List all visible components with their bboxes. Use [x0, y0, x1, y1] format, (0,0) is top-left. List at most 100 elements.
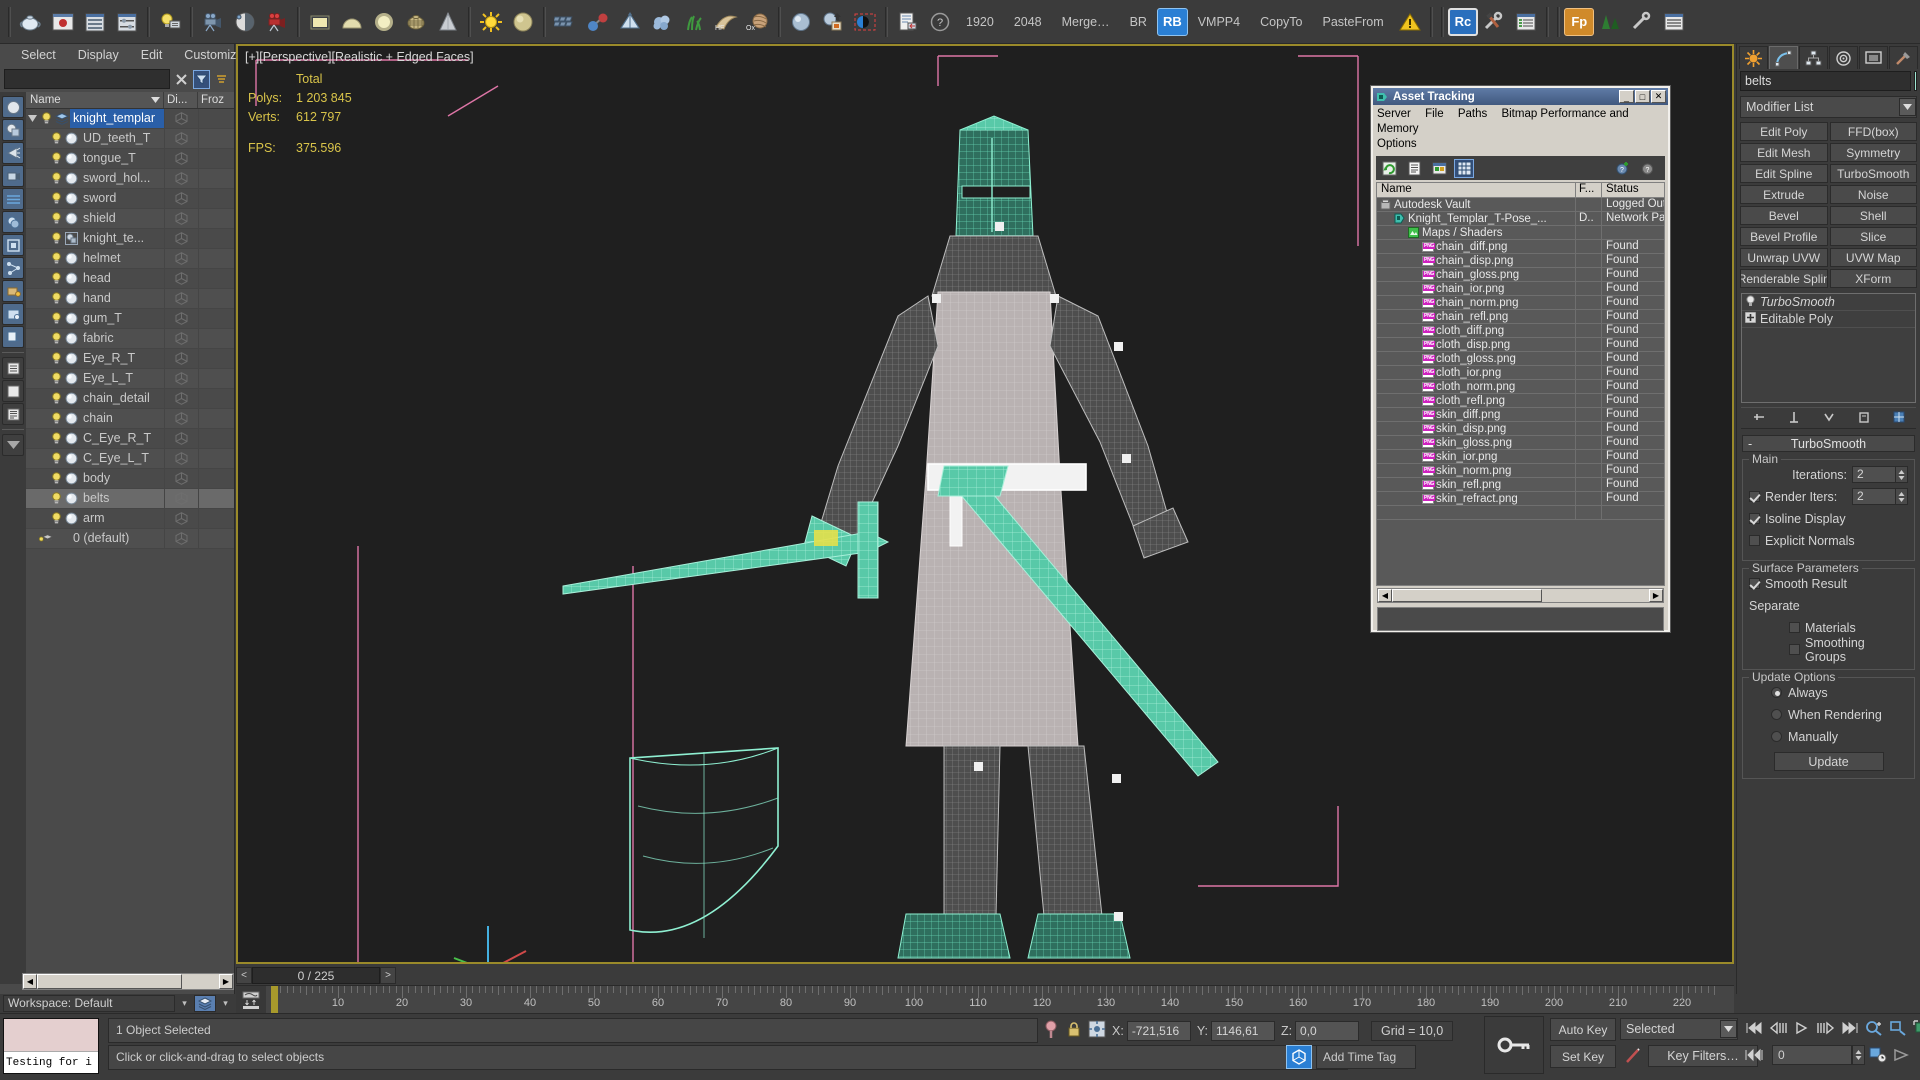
asset-list-grid[interactable]: Name F... Status Autodesk Vault Logged Ou… [1376, 182, 1665, 586]
scene-list-item-hand[interactable]: hand [26, 289, 234, 309]
isoline-display-row[interactable]: Isoline Display [1749, 509, 1908, 528]
timeline-ruler[interactable]: 0102030405060708090100110120130140150160… [266, 986, 1734, 1013]
render-settings-icon[interactable] [112, 7, 142, 37]
walk-through-icon[interactable] [1916, 1045, 1920, 1065]
scene-list-item-sword[interactable]: sword [26, 189, 234, 209]
modifier-button-renderable-splin[interactable]: Renderable Splin [1740, 269, 1828, 288]
asset-row[interactable]: PNG skin_ior.png Found [1377, 450, 1664, 464]
display-cell[interactable] [164, 369, 198, 388]
modifier-button-edit-mesh[interactable]: Edit Mesh [1740, 143, 1828, 162]
toolbar-text-1920[interactable]: 1920 [956, 7, 1004, 37]
display-cell[interactable] [164, 509, 198, 528]
warning-icon[interactable] [1395, 7, 1425, 37]
absolute-relative-mode-icon[interactable] [1088, 1020, 1106, 1041]
teapot-icon[interactable] [16, 7, 46, 37]
show-end-result-icon[interactable] [1787, 410, 1801, 427]
isoline-display-checkbox[interactable] [1749, 513, 1760, 524]
manually-row[interactable]: Manually [1749, 727, 1908, 746]
coord-z-value[interactable]: 0,0 [1295, 1020, 1360, 1041]
lightbulb-icon[interactable] [49, 152, 63, 165]
asset-row[interactable]: PNG cloth_norm.png Found [1377, 380, 1664, 394]
scene-menu-display[interactable]: Display [67, 48, 130, 62]
current-frame-field[interactable]: 0 [1772, 1045, 1852, 1065]
object-icon[interactable] [63, 392, 80, 405]
scene-object-list[interactable]: Name Di... Froz knight_templar UD_teeth_T… [26, 92, 234, 984]
asset-row[interactable]: PNG skin_refl.png Found [1377, 478, 1664, 492]
listener-input-text[interactable]: Testing for i [4, 1051, 98, 1073]
when-rendering-row[interactable]: When Rendering [1749, 705, 1908, 724]
scene-list-item-head[interactable]: head [26, 269, 234, 289]
play-animation-icon[interactable] [1792, 1018, 1812, 1038]
display-cell[interactable] [164, 169, 198, 188]
lightbulb-icon[interactable] [49, 192, 63, 205]
column-name[interactable]: Name [26, 92, 164, 108]
filter-icon[interactable] [193, 69, 210, 89]
asset-row[interactable]: PNG chain_ior.png Found [1377, 282, 1664, 296]
display-cell[interactable] [164, 209, 198, 228]
asset-row[interactable]: PNG skin_gloss.png Found [1377, 436, 1664, 450]
frozen-cell[interactable] [198, 229, 234, 248]
object-icon[interactable] [63, 272, 80, 285]
ornatrix-icon[interactable]: Ox [743, 7, 773, 37]
frozen-cell[interactable] [198, 449, 234, 468]
lightbulb-icon[interactable] [1745, 294, 1756, 310]
copy-to-button[interactable]: CopyTo [1250, 7, 1312, 37]
asset-grid-hscrollbar[interactable]: ◀ ▶ [1377, 588, 1664, 603]
lightbulb-icon[interactable] [49, 132, 63, 145]
asset-row[interactable]: PNG cloth_refl.png Found [1377, 394, 1664, 408]
smoothing-groups-row[interactable]: Smoothing Groups [1749, 636, 1908, 664]
modifier-button-edit-spline[interactable]: Edit Spline [1740, 164, 1828, 183]
utilities-tab[interactable] [1889, 46, 1918, 69]
scene-list-item-knight-templar[interactable]: knight_templar [26, 109, 234, 129]
scene-list-item-eye-r-t[interactable]: Eye_R_T [26, 349, 234, 369]
adaptive-degradation-icon[interactable] [1286, 1045, 1312, 1069]
go-to-end-icon[interactable] [1840, 1018, 1860, 1038]
scroll-left-icon[interactable]: ◀ [23, 974, 37, 989]
asset-row[interactable]: PNG chain_disp.png Found [1377, 254, 1664, 268]
help-icon[interactable]: ? [925, 7, 955, 37]
frozen-cell[interactable] [198, 149, 234, 168]
frozen-cell[interactable] [198, 129, 234, 148]
asset-row[interactable]: PNG skin_refract.png Found [1377, 492, 1664, 506]
asset-row[interactable]: PNG chain_refl.png Found [1377, 310, 1664, 324]
smooth-result-checkbox[interactable] [1749, 578, 1760, 589]
sphere-light-icon[interactable] [369, 7, 399, 37]
chevron-down-icon[interactable] [1899, 98, 1916, 116]
isolate-selection-icon[interactable] [1042, 1019, 1060, 1042]
rb-badge[interactable]: RB [1156, 7, 1188, 36]
asset-row[interactable] [1377, 506, 1664, 520]
molecule-icon[interactable] [583, 7, 613, 37]
set-key-filters-icon[interactable] [1622, 1045, 1644, 1067]
object-icon[interactable] [63, 352, 80, 365]
scroll-thumb[interactable] [37, 974, 182, 989]
asset-tracking-window[interactable]: Asset Tracking _ □ ✕ Server File Paths B… [1371, 86, 1670, 632]
lightbulb-icon[interactable] [39, 112, 53, 125]
modifier-button-xform[interactable]: XForm [1829, 269, 1917, 288]
modifier-button-edit-poly[interactable]: Edit Poly [1740, 122, 1828, 141]
blank-view-icon[interactable] [2, 380, 24, 402]
frozen-cell[interactable] [198, 469, 234, 488]
configure-sets-icon[interactable] [1892, 410, 1906, 427]
stack-item-turbosmooth[interactable]: TurboSmooth [1742, 294, 1915, 311]
modifier-button-turbosmooth[interactable]: TurboSmooth [1829, 164, 1917, 183]
time-slider[interactable] [271, 986, 278, 1013]
scene-list-item-c-eye-r-t[interactable]: C_Eye_R_T [26, 429, 234, 449]
frozen-cell[interactable] [198, 329, 234, 348]
scene-list-item-body[interactable]: body [26, 469, 234, 489]
clear-search-icon[interactable] [173, 70, 190, 89]
object-icon[interactable] [63, 132, 80, 145]
grass-icon[interactable] [679, 7, 709, 37]
workspace-chevron-down-icon[interactable]: ▾ [178, 995, 191, 1012]
layers-icon[interactable] [194, 995, 216, 1012]
lightbulb-icon[interactable] [49, 432, 63, 445]
layers-chevron-down-icon[interactable]: ▾ [219, 995, 232, 1012]
object-icon[interactable] [63, 332, 80, 345]
camera-red-icon[interactable] [262, 7, 292, 37]
explicit-normals-checkbox[interactable] [1749, 535, 1760, 546]
scroll-right-icon[interactable]: ▶ [219, 974, 233, 989]
modifier-button-extrude[interactable]: Extrude [1740, 185, 1828, 204]
display-cell[interactable] [164, 329, 198, 348]
plus-icon[interactable] [1744, 311, 1757, 326]
paste-from-button[interactable]: PasteFrom [1313, 7, 1394, 37]
add-help-icon[interactable]: ? [1612, 159, 1632, 178]
